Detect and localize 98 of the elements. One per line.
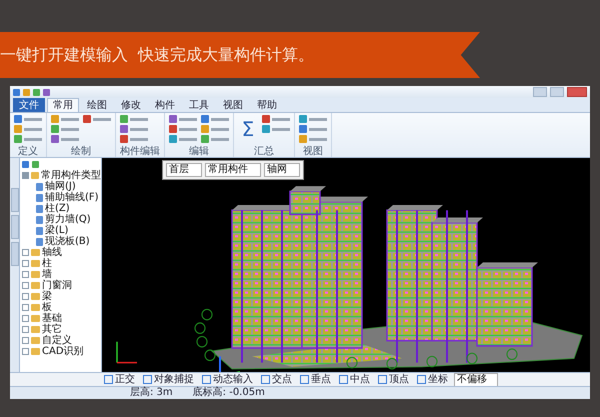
group-label: 视图 (302, 146, 324, 157)
tool-button[interactable] (299, 115, 327, 123)
tree-item[interactable]: 梁 (42, 291, 52, 302)
expand-toggle[interactable] (22, 348, 29, 355)
group-label: 构件编辑 (120, 146, 160, 157)
snap-button[interactable]: 动态输入 (200, 374, 255, 386)
model-viewport[interactable]: 首层 常用构件 轴网 (102, 158, 590, 372)
tool-button[interactable] (51, 125, 79, 133)
banner-text: 一键打开建模输入 快速完成大量构件计算。 (0, 44, 314, 66)
tree-item[interactable]: 自定义 (42, 335, 72, 346)
expand-toggle[interactable] (22, 315, 29, 322)
snap-button[interactable]: 垂点 (298, 374, 333, 386)
tool-button[interactable] (120, 125, 148, 133)
tool-button[interactable] (120, 115, 148, 123)
side-tab[interactable] (10, 215, 18, 239)
axis-marker (386, 358, 398, 370)
expand-toggle[interactable] (22, 337, 29, 344)
tool-button[interactable] (201, 125, 229, 133)
status-text: 层高: 3m (130, 387, 173, 399)
side-tab[interactable] (10, 188, 18, 212)
snap-button[interactable]: 正交 (102, 374, 137, 386)
axis-marker (466, 352, 478, 364)
group-label: 编辑 (188, 146, 210, 157)
sum-button[interactable]: Σ (238, 115, 258, 143)
tool-button[interactable] (83, 115, 111, 123)
ribbon-tab[interactable]: 修改 (115, 98, 147, 112)
axis-marker (204, 350, 216, 362)
group-label: 汇总 (253, 146, 275, 157)
tree-item[interactable]: 板 (42, 302, 52, 313)
expand-toggle[interactable] (22, 260, 29, 267)
tree-item[interactable]: 柱(Z) (45, 203, 70, 214)
tree-item[interactable]: 轴线 (42, 247, 62, 258)
tree-item[interactable]: 基础 (42, 313, 62, 324)
tree-item[interactable]: 墙 (42, 269, 52, 280)
tool-button[interactable] (14, 125, 42, 133)
tool-button[interactable] (262, 115, 290, 123)
group-label: 绘制 (70, 146, 92, 157)
offset-dropdown[interactable]: 不偏移 (454, 372, 498, 386)
tool-button[interactable] (169, 135, 197, 143)
dropdown[interactable]: 首层 (166, 163, 202, 177)
dropdown[interactable]: 常用构件 (205, 163, 261, 177)
ribbon-tab[interactable]: 构件 (149, 98, 181, 112)
coordinate-axes-icon (116, 342, 137, 364)
tree-item[interactable]: 其它 (42, 324, 62, 335)
tree-item[interactable]: 现浇板(B) (45, 236, 90, 247)
axis-marker (426, 356, 438, 368)
snap-button[interactable]: 顶点 (376, 374, 411, 386)
tool-button[interactable] (201, 135, 229, 143)
ribbon-tab[interactable]: 常用 (47, 98, 79, 112)
tool-button[interactable] (299, 125, 327, 133)
tool-button[interactable] (201, 115, 229, 123)
axis-marker (194, 322, 206, 334)
axis-marker (202, 308, 212, 320)
ribbon-tab[interactable]: 帮助 (251, 98, 283, 112)
expand-toggle[interactable] (22, 304, 29, 311)
tree-item[interactable]: 柱 (42, 258, 52, 269)
expand-toggle[interactable] (22, 293, 29, 300)
tool-button[interactable] (262, 125, 290, 133)
tree-item[interactable]: 梁(L) (45, 225, 68, 236)
expand-toggle[interactable] (22, 282, 29, 289)
tree-item[interactable]: 门窗洞 (42, 280, 72, 291)
tree-item[interactable]: 剪力墙(Q) (45, 214, 91, 225)
tool-button[interactable] (169, 125, 197, 133)
status-text: 底标高: -0.05m (192, 387, 265, 399)
axis-marker (196, 336, 208, 348)
snap-button[interactable]: 中点 (337, 374, 372, 386)
close-button[interactable] (567, 87, 587, 97)
tool-button[interactable] (169, 115, 197, 123)
tree-item[interactable]: 常用构件类型 (41, 170, 101, 181)
expand-toggle[interactable] (22, 249, 29, 256)
snap-button[interactable]: 对象捕捉 (141, 374, 196, 386)
ucs-axes-icon (218, 356, 240, 372)
tool-button[interactable] (14, 135, 42, 143)
folder-icon (30, 172, 39, 179)
ribbon-tab[interactable]: 视图 (217, 98, 249, 112)
ribbon-tab[interactable]: 文件 (13, 98, 45, 112)
side-tab[interactable] (10, 242, 18, 266)
tool-button[interactable] (51, 115, 79, 123)
tool-button[interactable] (299, 135, 327, 143)
axis-marker (346, 356, 358, 368)
maximize-button[interactable] (550, 87, 564, 97)
dropdown[interactable]: 轴网 (264, 163, 300, 177)
tree-item[interactable]: CAD识别 (42, 346, 84, 357)
tool-button[interactable] (120, 135, 148, 143)
ribbon-tab[interactable]: 工具 (183, 98, 215, 112)
tree-item[interactable]: 轴网(J) (45, 181, 76, 192)
minimize-button[interactable] (533, 87, 547, 97)
tree-item[interactable]: 辅助轴线(F) (45, 192, 99, 203)
snap-button[interactable]: 交点 (259, 374, 294, 386)
expand-toggle[interactable] (22, 172, 29, 179)
expand-toggle[interactable] (22, 326, 29, 333)
tool-button[interactable] (14, 115, 42, 123)
snap-button[interactable]: 坐标 (415, 374, 450, 386)
expand-toggle[interactable] (22, 271, 29, 278)
axis-marker (506, 348, 518, 360)
tool-button[interactable] (51, 135, 79, 143)
ribbon-tab[interactable]: 绘图 (81, 98, 113, 112)
group-label: 定义 (17, 146, 39, 157)
